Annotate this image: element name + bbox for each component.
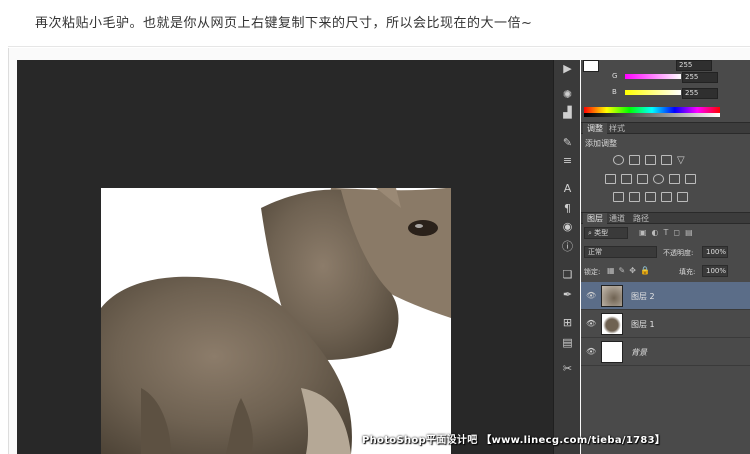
b-slider[interactable]	[625, 90, 681, 95]
transform-icon[interactable]: ⊞	[560, 316, 575, 329]
photo-filter-icon[interactable]	[653, 174, 664, 184]
panel-icon-strip: ▶ ✺ ▟ ✎ ≡ A ¶ ◉ ⓘ ❏ ✒ ⊞ ▤ ✂	[553, 60, 580, 454]
tab-adjust[interactable]: 调整	[583, 123, 607, 134]
fill-label: 填充:	[679, 268, 696, 276]
curves-icon[interactable]	[645, 155, 656, 165]
tab-paths[interactable]: 路径	[629, 213, 653, 224]
tab-channels[interactable]: 通道	[605, 213, 629, 224]
exposure-icon[interactable]	[661, 155, 672, 165]
tools-icon[interactable]: ✂	[560, 362, 575, 375]
kind-filter-select[interactable]: ⌕ 类型	[584, 227, 628, 239]
layer-name[interactable]: 图层 2	[631, 291, 655, 302]
filter-icons[interactable]: ▣◐T◻▤	[639, 228, 698, 237]
lock-label: 锁定:	[584, 268, 601, 276]
adjust-tabbar: 调整 样式	[581, 122, 750, 134]
mixer-icon[interactable]	[669, 174, 680, 184]
brightness-icon[interactable]	[613, 155, 624, 165]
character-icon[interactable]: A	[560, 182, 575, 195]
donkey-image	[101, 188, 451, 454]
fill-input[interactable]: 100%	[702, 265, 728, 277]
levels-icon[interactable]	[629, 155, 640, 165]
b-value[interactable]: 255	[682, 88, 718, 99]
color-spectrum[interactable]	[584, 107, 720, 117]
adjust-title: 添加调整	[585, 139, 617, 148]
color-picker-icon[interactable]: ✺	[560, 88, 575, 101]
eye-icon[interactable]: 👁	[586, 291, 596, 300]
adjustments-icon[interactable]: ◉	[560, 220, 575, 233]
balance-icon[interactable]	[621, 174, 632, 184]
layer-name[interactable]: 背景	[631, 347, 647, 358]
layer-row-background[interactable]: 👁 背景	[581, 338, 750, 366]
lock-icons[interactable]: ▦✎✥🔒	[607, 266, 654, 275]
divider	[8, 46, 750, 47]
layer-row-1[interactable]: 👁 图层 1	[581, 310, 750, 338]
hue-icon[interactable]	[605, 174, 616, 184]
opacity-label: 不透明度:	[663, 249, 694, 257]
gradient-map-icon[interactable]	[661, 192, 672, 202]
photoshop-canvas-area[interactable]	[17, 60, 553, 454]
tab-layers[interactable]: 图层	[583, 213, 607, 224]
brush-icon[interactable]: ✎	[560, 136, 575, 149]
layer-row-2[interactable]: 👁 图层 2	[581, 282, 750, 310]
eye-icon[interactable]: 👁	[586, 347, 596, 356]
b-row: B 255	[587, 87, 727, 99]
watermark: PhotoShop平面设计吧 【www.linecg.com/tieba/178…	[362, 435, 666, 446]
vibrance-icon[interactable]: ▽	[677, 155, 685, 166]
g-label: G	[612, 72, 618, 80]
histogram-icon[interactable]: ▟	[560, 106, 575, 119]
paragraph-icon[interactable]: ¶	[560, 202, 575, 215]
layers-tabbar: 图层 通道 路径	[581, 212, 750, 224]
document-canvas[interactable]	[101, 188, 451, 454]
notes-icon[interactable]: ▤	[560, 336, 575, 349]
tab-styles[interactable]: 样式	[605, 123, 629, 134]
clone-icon[interactable]: ❏	[560, 268, 575, 281]
layer-thumbnail	[601, 341, 623, 363]
right-panels: 255 G 255 B 255 调整 样式 添加调整 ▽ 图层 通道 路径 ⌕ …	[581, 60, 750, 454]
path-icon[interactable]: ✒	[560, 288, 575, 301]
layer-thumbnail	[601, 285, 623, 307]
g-row: G 255	[587, 71, 727, 83]
blend-mode-select[interactable]: 正常	[584, 246, 657, 258]
post-caption: 再次粘贴小毛驴。也就是你从网页上右键复制下来的尺寸，所以会比现在的大一倍~	[35, 16, 533, 31]
lookup-icon[interactable]	[685, 174, 696, 184]
info-icon[interactable]: ⓘ	[560, 240, 575, 253]
b-label: B	[612, 88, 617, 96]
opacity-input[interactable]: 100%	[702, 246, 728, 258]
invert-icon[interactable]	[613, 192, 624, 202]
eye-icon[interactable]: 👁	[586, 319, 596, 328]
posterize-icon[interactable]	[629, 192, 640, 202]
play-icon[interactable]: ▶	[560, 62, 575, 75]
sliders-icon[interactable]: ≡	[560, 154, 575, 167]
search-icon: ⌕	[588, 229, 592, 237]
top-value[interactable]: 255	[676, 60, 712, 71]
kind-filter-label: 类型	[594, 229, 609, 237]
layer-thumbnail	[601, 313, 623, 335]
threshold-icon[interactable]	[645, 192, 656, 202]
selective-color-icon[interactable]	[677, 192, 688, 202]
g-slider[interactable]	[625, 74, 681, 79]
bw-icon[interactable]	[637, 174, 648, 184]
layer-name[interactable]: 图层 1	[631, 319, 655, 330]
g-value[interactable]: 255	[682, 72, 718, 83]
